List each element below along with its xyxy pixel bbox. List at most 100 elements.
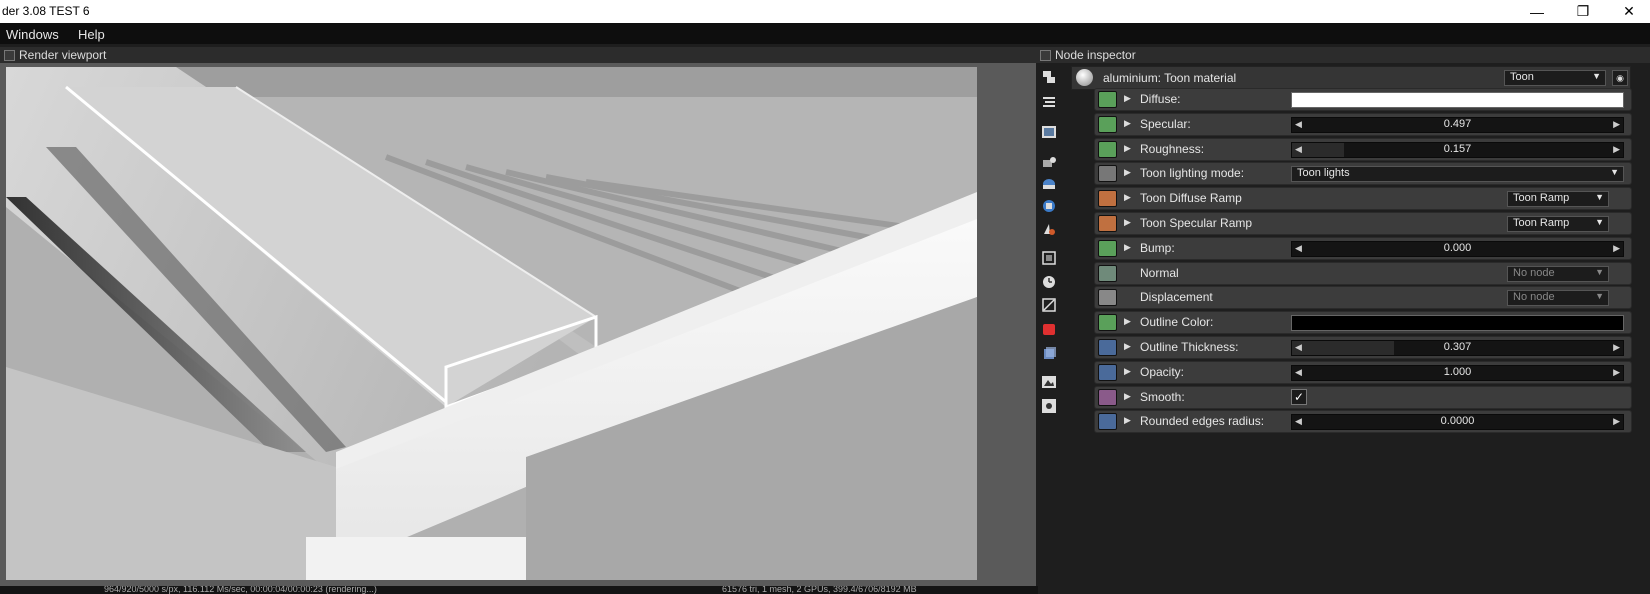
param-row-displacement[interactable]: Displacement No node ▼ (1094, 286, 1632, 309)
panel-toggle-icon[interactable] (1040, 50, 1051, 61)
node-type-dropdown[interactable]: Toon ▼ (1504, 70, 1606, 86)
param-row-specular[interactable]: ▶ Specular: ◀ 0.497 ▶ (1094, 113, 1632, 136)
environment-icon[interactable] (1040, 175, 1058, 193)
param-row-outline-color[interactable]: ▶ Outline Color: (1094, 311, 1632, 334)
param-type-icon[interactable] (1098, 116, 1117, 133)
film-icon[interactable] (1040, 249, 1058, 267)
minimize-button[interactable]: — (1514, 0, 1560, 23)
param-value: 0.497 (1443, 118, 1472, 130)
expand-arrow-icon[interactable]: ▶ (1124, 366, 1131, 377)
expand-arrow-icon[interactable]: ▶ (1124, 242, 1131, 253)
increment-arrow-icon[interactable]: ▶ (1613, 119, 1620, 130)
param-type-icon[interactable] (1098, 215, 1117, 232)
material-icon[interactable] (1040, 220, 1058, 238)
node-type-value: Toon (1510, 71, 1534, 83)
param-row-opacity[interactable]: ▶ Opacity: ◀ 1.000 ▶ (1094, 361, 1632, 384)
node-input-dropdown[interactable]: No node ▼ (1507, 290, 1609, 306)
param-type-icon[interactable] (1098, 389, 1117, 406)
dropdown-value: No node (1513, 267, 1555, 279)
kernel-icon[interactable] (1040, 296, 1058, 314)
menu-help[interactable]: Help (78, 27, 105, 42)
dropdown-value: No node (1513, 291, 1555, 303)
restore-button[interactable]: ❐ (1560, 0, 1606, 23)
param-type-icon[interactable] (1098, 141, 1117, 158)
camera-icon[interactable] (1040, 153, 1058, 171)
param-label: Toon lighting mode: (1140, 166, 1245, 180)
param-row-smooth[interactable]: ▶ Smooth: ✓ (1094, 386, 1632, 409)
param-slider[interactable]: ◀ 0.157 ▶ (1291, 142, 1624, 158)
param-value: 0.0000 (1440, 415, 1475, 427)
expand-arrow-icon[interactable]: ▶ (1124, 93, 1131, 104)
param-type-icon[interactable] (1098, 165, 1117, 182)
node-graph-icon[interactable] (1040, 68, 1058, 86)
param-type-icon[interactable] (1098, 289, 1117, 306)
param-slider[interactable]: ◀ 0.000 ▶ (1291, 241, 1624, 257)
menu-bar: Windows Help (0, 23, 1650, 44)
menu-windows[interactable]: Windows (6, 27, 59, 42)
render-viewport[interactable] (6, 67, 977, 580)
node-input-dropdown[interactable]: Toon Ramp ▼ (1507, 216, 1609, 232)
param-row-diffuse[interactable]: ▶ Diffuse: (1094, 88, 1632, 111)
param-slider[interactable]: ◀ 0.307 ▶ (1291, 340, 1624, 356)
expand-arrow-icon[interactable]: ▶ (1124, 167, 1131, 178)
expand-arrow-icon[interactable]: ▶ (1124, 415, 1131, 426)
param-slider[interactable]: ◀ 1.000 ▶ (1291, 365, 1624, 381)
visibility-toggle-icon[interactable]: ◉ (1612, 70, 1628, 86)
color-swatch[interactable] (1291, 92, 1624, 108)
param-row-outline-thickness[interactable]: ▶ Outline Thickness: ◀ 0.307 ▶ (1094, 336, 1632, 359)
param-label: Roughness: (1140, 142, 1205, 156)
color-swatch[interactable] (1291, 315, 1624, 331)
param-type-icon[interactable] (1098, 339, 1117, 356)
clock-icon[interactable] (1040, 273, 1058, 291)
increment-arrow-icon[interactable]: ▶ (1613, 342, 1620, 353)
param-type-icon[interactable] (1098, 413, 1117, 430)
param-row-roughness[interactable]: ▶ Roughness: ◀ 0.157 ▶ (1094, 138, 1632, 161)
increment-arrow-icon[interactable]: ▶ (1613, 144, 1620, 155)
picture-icon[interactable] (1040, 373, 1058, 391)
panel-toggle-icon[interactable] (4, 50, 15, 61)
param-type-icon[interactable] (1098, 265, 1117, 282)
param-type-icon[interactable] (1098, 364, 1117, 381)
expand-arrow-icon[interactable]: ▶ (1124, 316, 1131, 327)
param-row-toon-lighting-mode[interactable]: ▶ Toon lighting mode: Toon lights ▼ (1094, 162, 1632, 185)
param-type-icon[interactable] (1098, 190, 1117, 207)
increment-arrow-icon[interactable]: ▶ (1613, 416, 1620, 427)
render-target-icon[interactable] (1040, 197, 1058, 215)
dropdown-value: Toon lights (1297, 167, 1350, 179)
param-label: Toon Specular Ramp (1140, 216, 1253, 230)
chevron-down-icon: ▼ (1595, 267, 1604, 277)
param-value: 0.000 (1443, 242, 1472, 254)
light-icon[interactable] (1040, 397, 1058, 415)
increment-arrow-icon[interactable]: ▶ (1613, 367, 1620, 378)
param-type-icon[interactable] (1098, 240, 1117, 257)
expand-arrow-icon[interactable]: ▶ (1124, 118, 1131, 129)
image-icon[interactable] (1040, 123, 1058, 141)
smooth-checkbox[interactable]: ✓ (1291, 389, 1307, 405)
param-label: Normal (1140, 266, 1179, 280)
param-slider[interactable]: ◀ 0.497 ▶ (1291, 117, 1624, 133)
expand-arrow-icon[interactable]: ▶ (1124, 192, 1131, 203)
param-type-icon[interactable] (1098, 91, 1117, 108)
increment-arrow-icon[interactable]: ▶ (1613, 243, 1620, 254)
param-row-rounded-edges-radius[interactable]: ▶ Rounded edges radius: ◀ 0.0000 ▶ (1094, 410, 1632, 433)
node-name: aluminium: Toon material (1103, 71, 1237, 85)
render-stats: 964/920/5000 s/px, 116.112 Ms/sec, 00:00… (104, 586, 377, 594)
expand-arrow-icon[interactable]: ▶ (1124, 341, 1131, 352)
node-input-dropdown[interactable]: Toon Ramp ▼ (1507, 191, 1609, 207)
outliner-icon[interactable] (1040, 92, 1058, 110)
param-row-bump[interactable]: ▶ Bump: ◀ 0.000 ▶ (1094, 237, 1632, 260)
param-row-toon-specular-ramp[interactable]: ▶ Toon Specular Ramp Toon Ramp ▼ (1094, 212, 1632, 235)
param-type-icon[interactable] (1098, 314, 1117, 331)
expand-arrow-icon[interactable]: ▶ (1124, 391, 1131, 402)
param-row-normal[interactable]: Normal No node ▼ (1094, 262, 1632, 285)
expand-arrow-icon[interactable]: ▶ (1124, 217, 1131, 228)
param-row-toon-diffuse-ramp[interactable]: ▶ Toon Diffuse Ramp Toon Ramp ▼ (1094, 187, 1632, 210)
expand-arrow-icon[interactable]: ▶ (1124, 143, 1131, 154)
red-cube-icon[interactable] (1040, 320, 1058, 338)
param-dropdown[interactable]: Toon lights ▼ (1291, 166, 1624, 182)
close-button[interactable]: ✕ (1606, 0, 1650, 23)
node-input-dropdown[interactable]: No node ▼ (1507, 266, 1609, 282)
param-slider[interactable]: ◀ 0.0000 ▶ (1291, 414, 1624, 430)
param-label: Outline Color: (1140, 315, 1214, 329)
blue-cube-icon[interactable] (1040, 345, 1058, 363)
